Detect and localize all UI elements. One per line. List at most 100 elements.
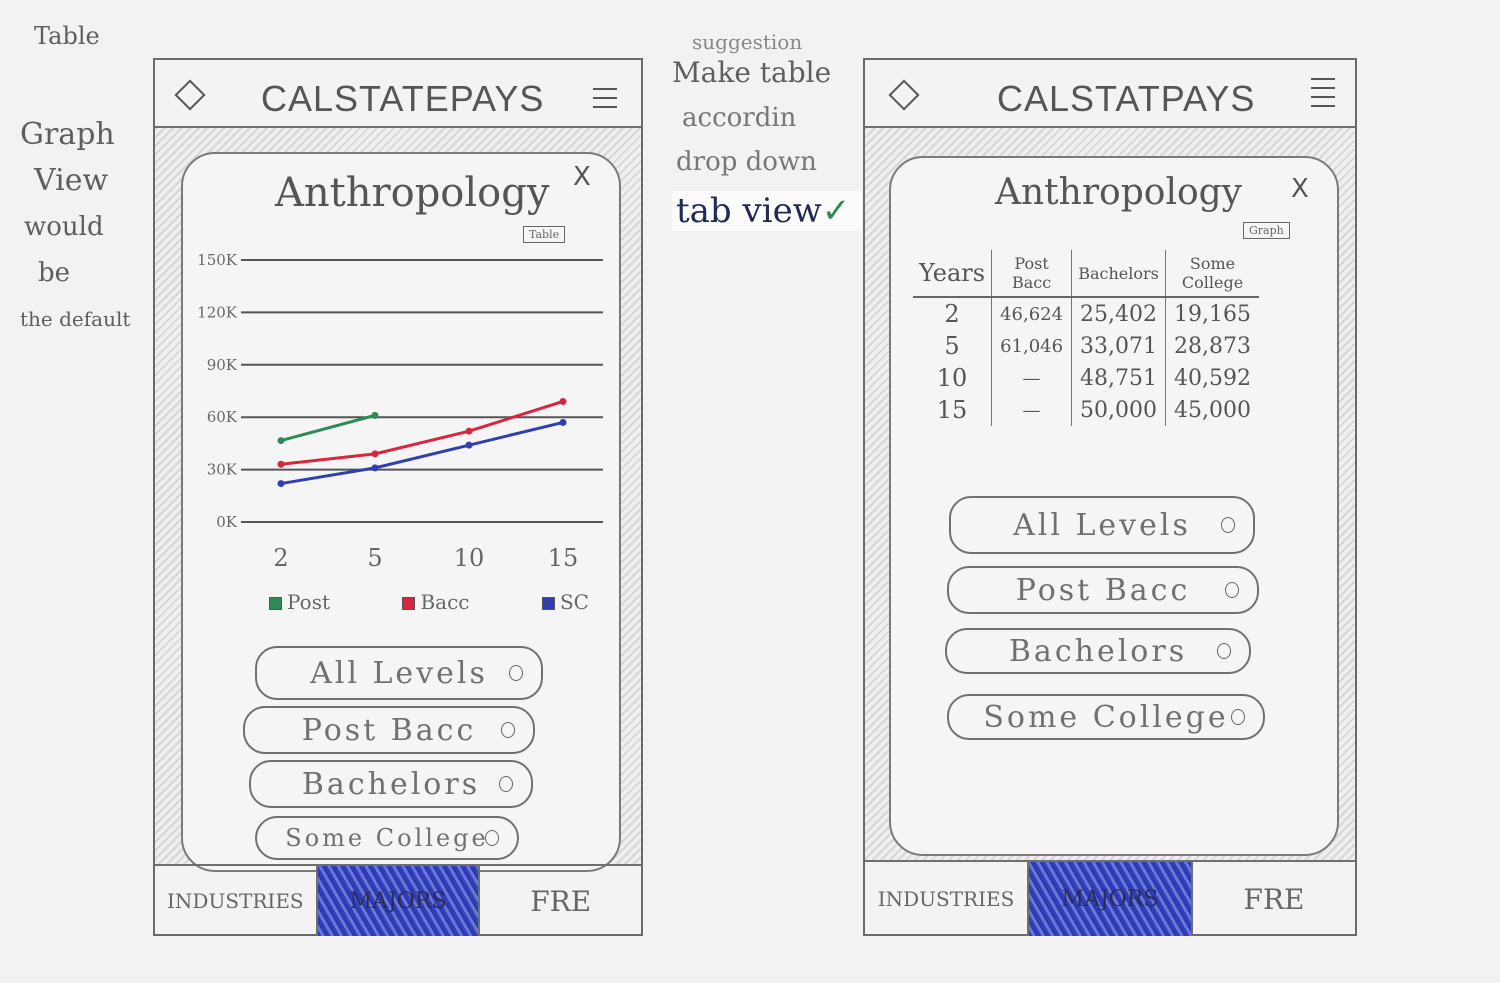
legend-swatch — [269, 597, 282, 610]
legend-item-post: Post — [269, 590, 330, 614]
table-cell: 61,046 — [991, 330, 1072, 362]
close-icon[interactable]: X — [573, 162, 591, 192]
tab-label: MAJORS — [349, 888, 447, 914]
data-point — [277, 437, 285, 445]
column-header-post-bacc: Post Bacc — [991, 250, 1072, 298]
major-detail-modal: Anthropology X Graph Years Post Bacc Bac… — [889, 156, 1339, 856]
tab-majors[interactable]: MAJORS — [315, 866, 479, 936]
app-header: CALSTATEPAYS — [155, 60, 641, 128]
series-line-sc — [280, 420, 564, 486]
y-tick-label: 30K — [207, 461, 238, 479]
data-point — [277, 460, 285, 468]
diamond-logo-icon[interactable] — [888, 79, 920, 111]
suggestion-choice: tab view✓ — [672, 191, 862, 231]
tab-label: MAJORS — [1061, 886, 1159, 912]
tab-label: FRE — [1243, 882, 1305, 916]
bottom-tab-bar: INDUSTRIES MAJORS FRE — [865, 860, 1355, 936]
filter-label: Some College — [983, 699, 1229, 735]
legend-item-bacc: Bacc — [402, 590, 470, 614]
table-row: 15 — 50,000 45,000 — [913, 394, 1260, 426]
data-point — [371, 450, 379, 458]
table-cell: 40,592 — [1165, 362, 1260, 394]
filter-some-college[interactable]: Some College — [255, 816, 519, 860]
y-tick-label: 60K — [207, 408, 238, 426]
y-tick-label: 120K — [197, 303, 238, 321]
hamburger-menu-icon[interactable] — [593, 88, 617, 115]
major-detail-modal: Anthropology X Table 0K 30K 60K 90K 120K 150K… — [181, 152, 621, 872]
tab-majors[interactable]: MAJORS — [1027, 862, 1191, 936]
table-header-row: Years Post Bacc Bachelors Some College — [913, 250, 1260, 298]
radio-icon — [1231, 709, 1245, 725]
filter-label: Post Bacc — [1015, 572, 1191, 608]
column-header-years: Years — [913, 250, 992, 298]
table-row: 5 61,046 33,071 28,873 — [913, 330, 1260, 362]
tab-label: INDUSTRIES — [167, 889, 304, 913]
legend-label: Bacc — [420, 590, 470, 614]
note-line: would — [24, 212, 104, 242]
filter-bachelors[interactable]: Bachelors — [249, 760, 533, 808]
note-line: Graph — [20, 117, 115, 152]
tab-fre[interactable]: FRE — [478, 866, 641, 936]
filter-post-bacc[interactable]: Post Bacc — [947, 566, 1259, 614]
salary-table: Years Post Bacc Bachelors Some College 2… — [913, 250, 1260, 426]
table-cell: 33,071 — [1071, 330, 1166, 362]
table-cell: 25,402 — [1071, 297, 1166, 330]
tab-industries[interactable]: INDUSTRIES — [155, 866, 316, 936]
tab-fre[interactable]: FRE — [1191, 862, 1355, 936]
tab-label: INDUSTRIES — [877, 887, 1015, 911]
suggestion-note: suggestion Make table accordin drop down… — [672, 30, 862, 231]
suggestion-line: accordin — [682, 103, 797, 133]
filter-label: All Levels — [310, 655, 488, 691]
graph-default-note: Graph View would be the default — [20, 112, 130, 342]
tab-label: FRE — [530, 884, 592, 918]
y-tick-label: 90K — [207, 356, 238, 374]
column-header-bachelors: Bachelors — [1071, 250, 1166, 298]
salary-line-chart: 0K 30K 60K 90K 120K 150K 2 5 10 15 — [197, 251, 603, 572]
filter-all-levels[interactable]: All Levels — [949, 496, 1255, 554]
legend-swatch — [402, 597, 416, 610]
radio-icon — [509, 665, 523, 681]
table-cell: 15 — [936, 396, 968, 424]
legend-item-sc: SC — [541, 590, 589, 614]
table-cell: 48,751 — [1071, 362, 1166, 394]
table-cell: 50,000 — [1071, 394, 1166, 426]
y-tick-label: 150K — [197, 251, 238, 269]
filter-all-levels[interactable]: All Levels — [255, 646, 543, 700]
filter-label: Bachelors — [301, 766, 481, 802]
checkmark-icon: ✓ — [821, 191, 851, 231]
radio-icon — [501, 722, 515, 738]
tab-industries[interactable]: INDUSTRIES — [865, 862, 1027, 936]
radio-icon — [1217, 643, 1231, 659]
data-point — [371, 411, 379, 419]
filter-label: Post Bacc — [301, 712, 477, 748]
filter-some-college[interactable]: Some College — [947, 694, 1265, 740]
data-point — [559, 418, 567, 426]
filter-label: Some College — [285, 824, 489, 852]
table-cell: 19,165 — [1165, 297, 1260, 330]
data-point — [371, 464, 379, 472]
graph-view-toggle-button[interactable]: Graph — [1243, 222, 1290, 239]
modal-title: Anthropology — [995, 172, 1243, 213]
bottom-tab-bar: INDUSTRIES MAJORS FRE — [155, 864, 641, 936]
note-line: View — [34, 163, 109, 198]
filter-bachelors[interactable]: Bachelors — [945, 628, 1251, 674]
filter-label: All Levels — [1013, 507, 1191, 543]
hamburger-menu-icon[interactable] — [1311, 78, 1335, 114]
legend-label: SC — [559, 590, 589, 614]
radio-icon — [485, 830, 499, 846]
chart-legend: Post Bacc SC — [269, 590, 589, 614]
table-row: 2 46,624 25,402 19,165 — [913, 297, 1260, 330]
note-line: be — [38, 258, 71, 288]
radio-icon — [499, 776, 513, 792]
y-tick-label: 0K — [216, 513, 238, 531]
suggestion-line: drop down — [676, 147, 817, 177]
data-point — [465, 441, 473, 449]
diamond-logo-icon[interactable] — [174, 79, 206, 111]
faint-table-note: Table — [34, 22, 100, 50]
radio-icon — [1225, 582, 1239, 598]
suggestion-choice-label: tab view — [676, 191, 822, 231]
x-tick-label: 2 — [273, 544, 288, 572]
filter-post-bacc[interactable]: Post Bacc — [243, 706, 535, 754]
close-icon[interactable]: X — [1291, 174, 1309, 204]
data-point — [465, 427, 473, 435]
